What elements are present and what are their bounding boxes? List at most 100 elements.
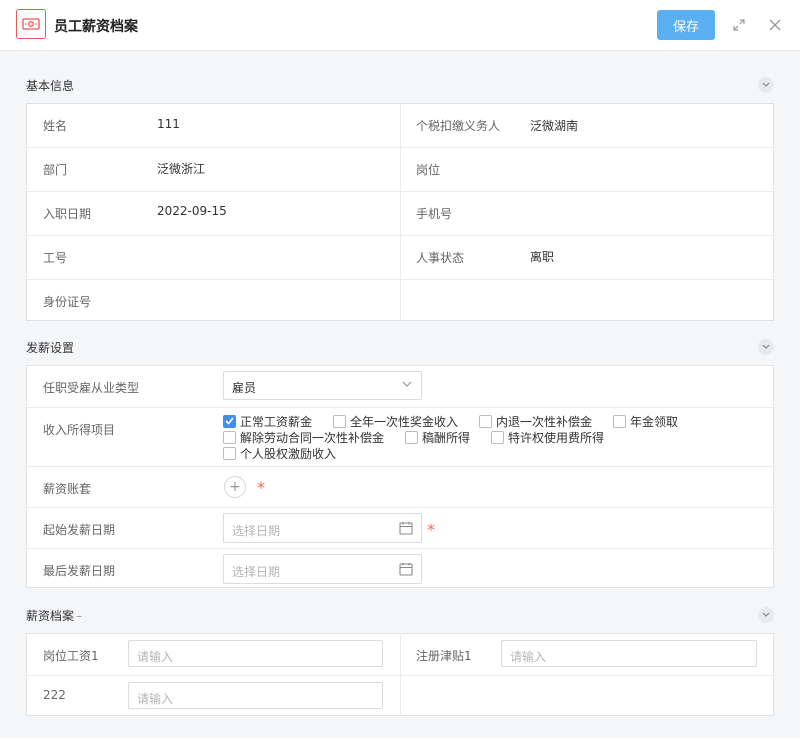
section-title-basic: 基本信息 [26, 79, 75, 93]
income-checkbox[interactable]: 稿酬所得 [405, 430, 471, 445]
setting-row: 薪资账套 + * [27, 466, 773, 507]
hr-status-label: 人事状态 [416, 251, 465, 265]
income-item-label: 年金领取 [630, 414, 679, 429]
divider [400, 280, 401, 321]
archive-title-text: 薪资档案 [26, 609, 75, 623]
end-date-placeholder: 选择日期 [232, 565, 281, 579]
close-icon[interactable] [767, 17, 783, 33]
expand-icon[interactable] [731, 17, 747, 33]
checkbox-icon [223, 430, 236, 444]
checkbox-icon [479, 414, 492, 428]
info-row: 工号 人事状态 离职 [27, 235, 773, 279]
income-checkbox[interactable]: 内退一次性补偿金 [479, 414, 593, 429]
allowance-label: 注册津贴1 [416, 649, 472, 663]
id-card-label: 身份证号 [43, 295, 92, 309]
income-item-label: 特许权使用费所得 [508, 430, 605, 445]
income-item-label: 内退一次性补偿金 [496, 414, 593, 429]
archive-title-suffix: – [76, 609, 83, 623]
info-row: 身份证号 [27, 279, 773, 321]
add-account-button[interactable]: + [224, 476, 246, 498]
money-icon [16, 9, 46, 39]
section-title-payroll: 发薪设置 [26, 341, 75, 355]
basic-info-panel: 姓名 111 个税扣缴义务人 泛微湖南 部门 泛微浙江 岗位 入职日期 2022… [26, 103, 774, 321]
checkbox-icon [405, 430, 418, 444]
info-row: 姓名 111 个税扣缴义务人 泛微湖南 [27, 104, 773, 147]
checkbox-checked-icon [223, 414, 236, 428]
income-items-label: 收入所得项目 [43, 423, 116, 437]
withholding-value: 泛微湖南 [530, 119, 579, 133]
hire-date-label: 入职日期 [43, 207, 92, 221]
divider [400, 104, 401, 147]
info-row: 入职日期 2022-09-15 手机号 [27, 191, 773, 235]
income-checkbox[interactable]: 解除劳动合同一次性补偿金 [223, 430, 385, 445]
income-item-label: 个人股权激励收入 [240, 446, 337, 461]
end-date-label: 最后发薪日期 [43, 564, 116, 578]
field-222-input[interactable]: 请输入 [128, 682, 383, 709]
checkbox-icon [223, 446, 236, 460]
start-date-placeholder: 选择日期 [232, 524, 281, 538]
input-placeholder: 请输入 [510, 650, 547, 664]
divider [400, 192, 401, 235]
calendar-icon [399, 563, 413, 576]
required-mark: * [427, 520, 435, 539]
income-checkbox[interactable]: 个人股权激励收入 [223, 446, 337, 461]
position-label: 岗位 [416, 163, 441, 177]
income-item-label: 全年一次性奖金收入 [350, 414, 459, 429]
checkbox-icon [613, 414, 626, 428]
divider [400, 148, 401, 191]
calendar-icon [399, 522, 413, 535]
allowance-input[interactable]: 请输入 [501, 640, 757, 667]
employment-type-label: 任职受雇从业类型 [43, 381, 140, 395]
hire-date-value: 2022-09-15 [157, 204, 227, 218]
name-value: 111 [157, 117, 180, 131]
income-checkbox[interactable]: 年金领取 [613, 414, 679, 429]
dept-value: 泛微浙江 [157, 162, 206, 176]
input-placeholder: 请输入 [137, 650, 174, 664]
withholding-label: 个税扣缴义务人 [416, 119, 501, 133]
payroll-settings-panel: 任职受雇从业类型 雇员 收入所得项目 正常工资薪金 全年一次性奖金收入 内退一次… [26, 365, 774, 588]
employment-type-value: 雇员 [232, 381, 257, 395]
archive-row: 222 请输入 [27, 675, 773, 716]
base-salary-input[interactable]: 请输入 [128, 640, 383, 667]
collapse-basic-icon[interactable] [758, 77, 774, 93]
income-item-label: 稿酬所得 [422, 430, 471, 445]
field-222-label: 222 [43, 688, 66, 702]
collapse-archive-icon[interactable] [758, 607, 774, 623]
income-checkbox[interactable]: 特许权使用费所得 [491, 430, 605, 445]
divider [400, 676, 401, 716]
page-title: 员工薪资档案 [54, 19, 138, 35]
base-salary-label: 岗位工资1 [43, 649, 99, 663]
income-checkbox[interactable]: 正常工资薪金 [223, 414, 313, 429]
input-placeholder: 请输入 [137, 692, 174, 706]
setting-row: 收入所得项目 正常工资薪金 全年一次性奖金收入 内退一次性补偿金 年金领取 解除… [27, 407, 773, 466]
employment-type-select[interactable]: 雇员 [223, 371, 422, 400]
dept-label: 部门 [43, 163, 68, 177]
phone-label: 手机号 [416, 207, 453, 221]
save-button[interactable]: 保存 [657, 10, 715, 40]
archive-row: 岗位工资1 请输入 注册津贴1 请输入 [27, 634, 773, 675]
divider [400, 236, 401, 279]
end-date-picker[interactable]: 选择日期 [223, 554, 422, 584]
setting-row: 最后发薪日期 选择日期 [27, 548, 773, 588]
name-label: 姓名 [43, 119, 68, 133]
start-date-label: 起始发薪日期 [43, 523, 116, 537]
income-item-label: 解除劳动合同一次性补偿金 [240, 430, 385, 445]
divider [400, 634, 401, 675]
checkbox-icon [333, 414, 346, 428]
start-date-picker[interactable]: 选择日期 [223, 513, 422, 543]
setting-row: 任职受雇从业类型 雇员 [27, 366, 773, 407]
hr-status-value: 离职 [530, 250, 555, 264]
salary-account-label: 薪资账套 [43, 482, 92, 496]
chevron-down-icon [402, 381, 412, 387]
income-checkbox[interactable]: 全年一次性奖金收入 [333, 414, 459, 429]
required-mark: * [257, 478, 265, 497]
income-item-label: 正常工资薪金 [240, 414, 313, 429]
employee-no-label: 工号 [43, 251, 68, 265]
collapse-payroll-icon[interactable] [758, 339, 774, 355]
setting-row: 起始发薪日期 选择日期 * [27, 507, 773, 548]
section-title-archive: 薪资档案 – [26, 607, 82, 624]
info-row: 部门 泛微浙江 岗位 [27, 147, 773, 191]
dialog-header: 员工薪资档案 保存 [0, 0, 800, 51]
salary-archive-panel: 岗位工资1 请输入 注册津贴1 请输入 222 请输入 [26, 633, 774, 716]
checkbox-icon [491, 430, 504, 444]
